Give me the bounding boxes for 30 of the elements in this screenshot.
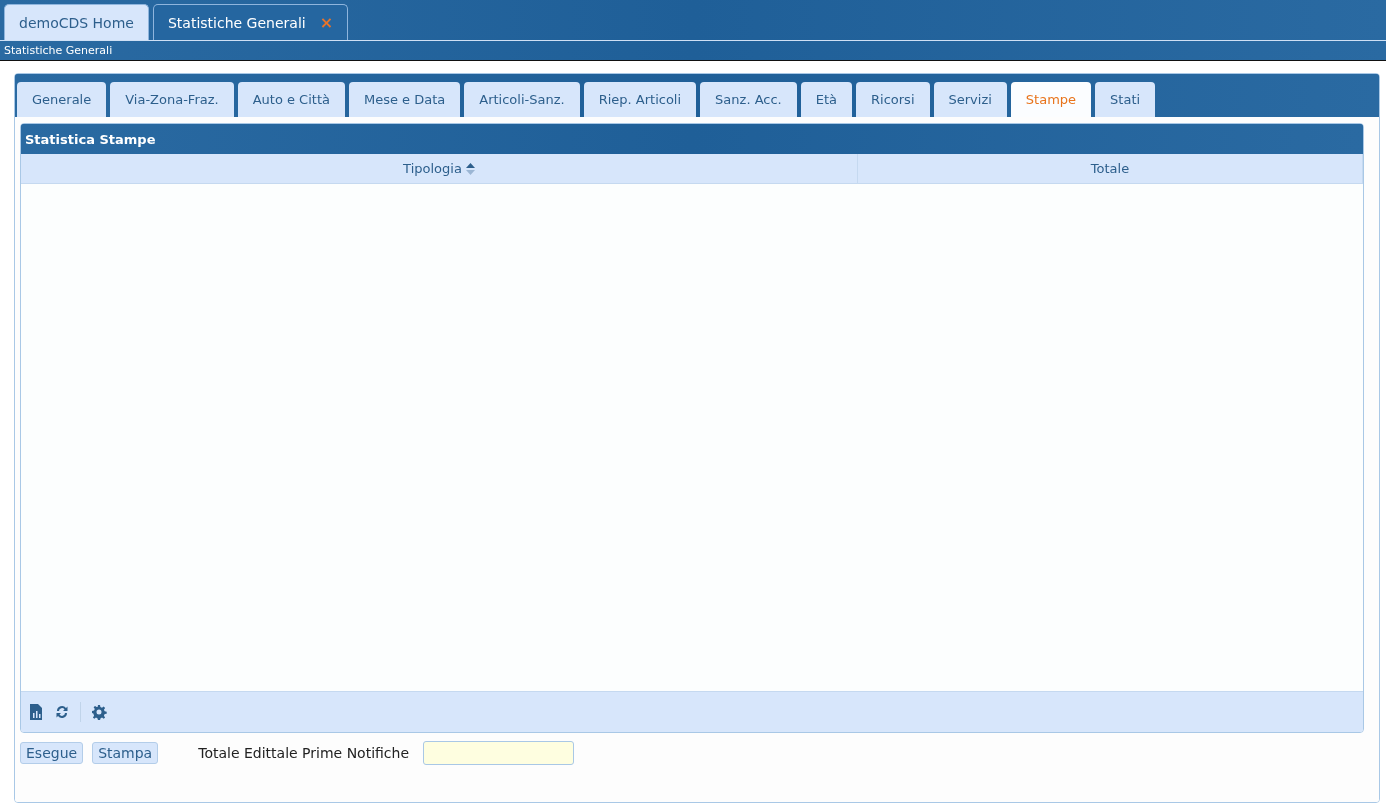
column-label: Tipologia (403, 161, 462, 176)
action-button[interactable]: Esegue (20, 742, 84, 764)
settings-icon[interactable] (91, 704, 107, 720)
tab[interactable]: Mese e Data (348, 82, 461, 117)
tab-label: demoCDS Home (19, 14, 134, 31)
action-button[interactable]: Stampa (92, 742, 159, 764)
tab[interactable]: Articoli-Sanz. (464, 82, 580, 117)
spreadsheet-icon[interactable] (28, 704, 44, 720)
tab[interactable]: Auto e Città (237, 82, 345, 117)
column-header[interactable]: Tipologia (21, 154, 858, 183)
tab[interactable]: Riep. Articoli (583, 82, 697, 117)
sort-icon[interactable] (465, 161, 475, 176)
input-field[interactable] (423, 741, 575, 765)
refresh-icon[interactable] (54, 704, 70, 720)
column-header[interactable]: Totale (858, 154, 1363, 183)
field-label: Totale Edittale Prime Notifiche (198, 745, 410, 761)
window-tab[interactable]: demoCDS Home (4, 4, 149, 40)
tab[interactable]: Generale (17, 82, 107, 117)
breadcrumb: Statistiche Generali (0, 41, 1386, 61)
tab[interactable]: Stampe (1010, 82, 1092, 117)
column-label: Totale (1090, 161, 1130, 176)
tab[interactable]: Servizi (933, 82, 1007, 117)
tab[interactable]: Ricorsi (856, 82, 930, 117)
tab-label: Statistiche Generali (167, 14, 306, 31)
tab[interactable]: Sanz. Acc. (700, 82, 797, 117)
tab[interactable]: Stati (1095, 82, 1156, 117)
tab[interactable]: Via-Zona-Fraz. (110, 82, 234, 117)
tab[interactable]: Età (800, 82, 852, 117)
window-tab[interactable]: Statistiche Generali × (152, 4, 349, 40)
grid-title: Statistica Stampe (21, 124, 1363, 154)
